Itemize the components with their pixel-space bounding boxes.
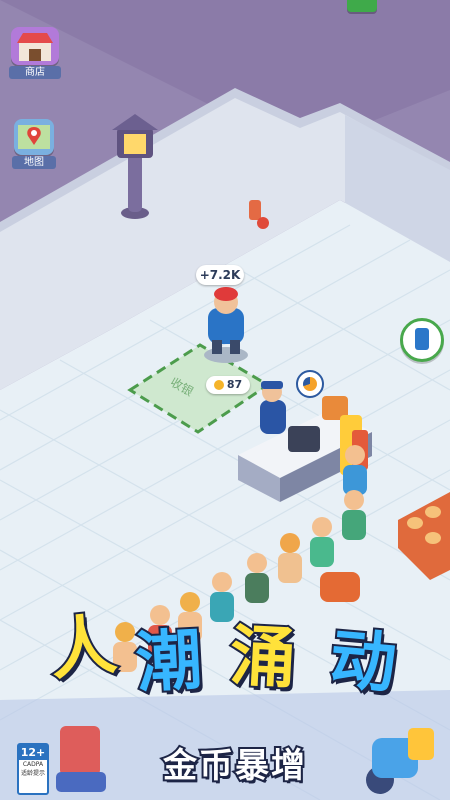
map-button[interactable]	[14, 119, 54, 155]
shop-button[interactable]	[11, 27, 59, 65]
title-char-2: 潮	[132, 619, 206, 703]
title-char-1: 人	[44, 604, 122, 691]
coin-icon	[213, 380, 224, 390]
age-rating-org: CADPA	[22, 761, 44, 768]
age-rating-hint: 适龄提示	[20, 770, 45, 777]
timer-icon	[296, 370, 324, 398]
subtitle: 金币暴增	[161, 744, 307, 788]
shop-label: 商店	[9, 66, 61, 79]
age-rating-number: 12+	[19, 745, 47, 760]
blender-decoration	[56, 726, 106, 792]
map-label: 地图	[12, 156, 56, 169]
shop-icon	[17, 33, 53, 61]
quest-button[interactable]	[347, 0, 377, 12]
age-rating-badge: 12+ CADPA 适龄提示	[17, 743, 49, 795]
coin-count: 87	[226, 378, 243, 391]
phone-icon	[415, 328, 429, 350]
title-char-4: 动	[325, 618, 401, 704]
upgrade-pad[interactable]	[400, 318, 444, 362]
title-char-3: 涌	[226, 615, 300, 699]
map-icon	[18, 125, 50, 149]
coin-counter: 87	[206, 376, 250, 394]
income-bubble: +7.2K	[196, 265, 244, 285]
